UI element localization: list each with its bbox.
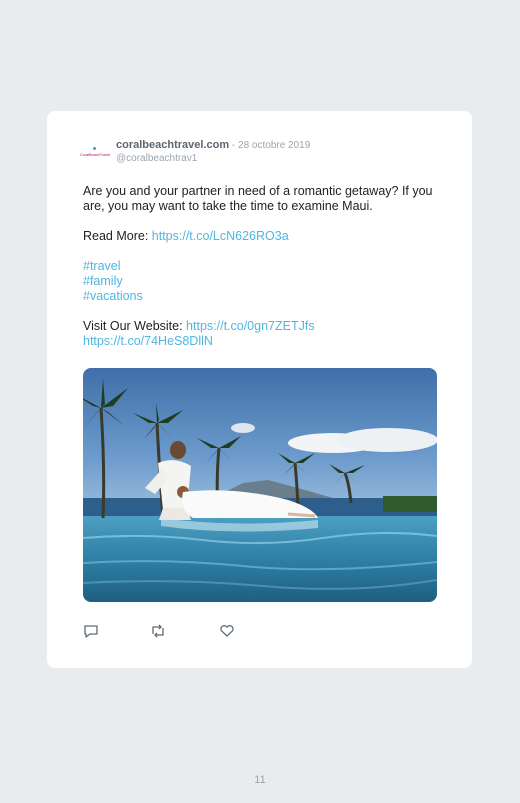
name-line: coralbeachtravel.com - 28 octobre 2019	[116, 139, 310, 151]
hashtag-list: #travel #family #vacations	[83, 259, 443, 304]
website-line: Visit Our Website: https://t.co/0gn7ZETJ…	[83, 319, 443, 349]
tweet-actions	[83, 624, 283, 640]
hashtag-travel[interactable]: #travel	[83, 259, 443, 274]
retweet-icon[interactable]	[150, 624, 166, 638]
website-label: Visit Our Website:	[83, 319, 187, 333]
tweet-date: - 28 octobre 2019	[229, 140, 311, 151]
page-number: 11	[254, 774, 266, 786]
hashtag-family[interactable]: #family	[83, 274, 443, 289]
beach-couple-photo	[83, 368, 437, 602]
avatar-logo-text: CoralBeachTravel	[79, 151, 111, 157]
hashtag-vacations[interactable]: #vacations	[83, 289, 443, 304]
read-more-line: Read More: https://t.co/LcN626RO3a	[83, 229, 443, 244]
tweet-body: Are you and your partner in need of a ro…	[83, 184, 443, 364]
read-more-link[interactable]: https://t.co/LcN626RO3a	[152, 229, 289, 243]
heart-icon[interactable]	[219, 624, 235, 638]
avatar[interactable]: CoralBeachTravel	[79, 145, 111, 163]
website-link[interactable]: https://t.co/0gn7ZETJfs	[186, 319, 315, 333]
display-name[interactable]: coralbeachtravel.com	[116, 139, 229, 151]
tweet-card: CoralBeachTravel coralbeachtravel.com - …	[47, 111, 472, 668]
user-handle[interactable]: @coralbeachtrav1	[116, 153, 197, 164]
tweet-text: Are you and your partner in need of a ro…	[83, 184, 433, 213]
reply-icon[interactable]	[83, 624, 99, 638]
tweet-photo[interactable]	[83, 368, 437, 602]
photo-link[interactable]: https://t.co/74HeS8DllN	[83, 334, 213, 348]
read-more-label: Read More:	[83, 229, 152, 243]
logo-dot	[93, 147, 96, 150]
